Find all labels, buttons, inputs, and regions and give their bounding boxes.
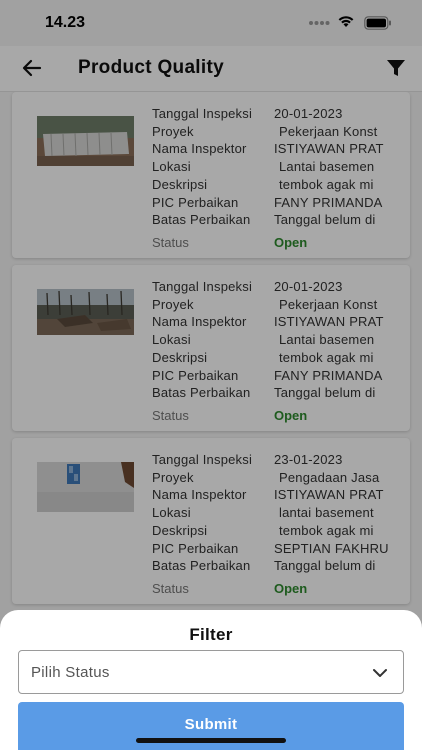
status-select-placeholder: Pilih Status [31, 664, 110, 681]
submit-button-label: Submit [184, 716, 238, 733]
home-indicator [136, 738, 286, 743]
filter-title: Filter [189, 625, 233, 644]
status-select[interactable]: Pilih Status [18, 650, 404, 694]
product-quality-screen: 14.23 Product Quality Tanggal Inspeksi P… [0, 0, 422, 750]
chevron-down-icon [373, 669, 387, 677]
filter-bottom-sheet: Filter Pilih Status Submit [0, 610, 422, 750]
